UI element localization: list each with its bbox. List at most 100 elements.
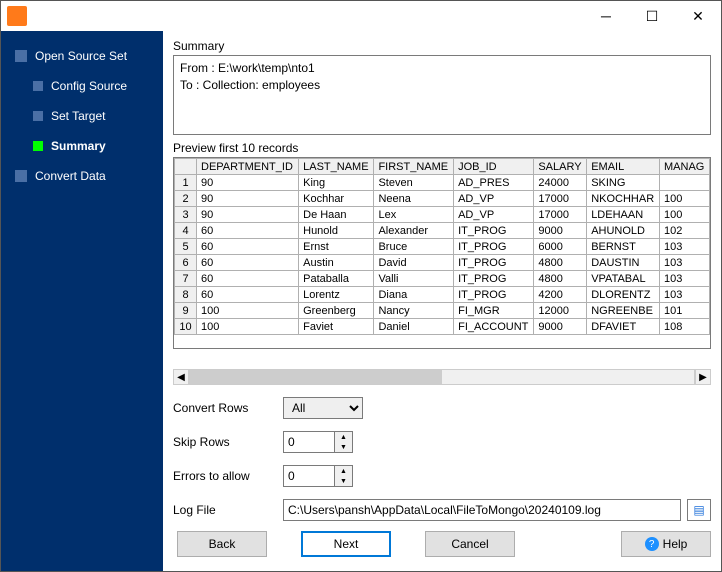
column-header[interactable]: LAST_NAME xyxy=(299,159,374,175)
errors-label: Errors to allow xyxy=(173,469,283,483)
horizontal-scrollbar[interactable]: ◀ ▶ xyxy=(173,369,711,385)
table-row[interactable]: 560ErnstBruceIT_PROG6000BERNST103 xyxy=(175,239,710,255)
wizard-nav: Open Source Set Config Source Set Target… xyxy=(1,31,163,571)
cell: Kochhar xyxy=(299,191,374,207)
cell: 9000 xyxy=(534,319,587,335)
cancel-button[interactable]: Cancel xyxy=(425,531,515,557)
preview-label: Preview first 10 records xyxy=(173,141,711,155)
table-row[interactable]: 190KingStevenAD_PRES24000SKING xyxy=(175,175,710,191)
chevron-up-icon[interactable]: ▲ xyxy=(335,432,352,442)
nav-open-source-set[interactable]: Open Source Set xyxy=(1,41,163,71)
nav-convert-data[interactable]: Convert Data xyxy=(1,161,163,191)
table-row[interactable]: 660AustinDavidIT_PROG4800DAUSTIN103 xyxy=(175,255,710,271)
log-file-input[interactable] xyxy=(283,499,681,521)
cell: Hunold xyxy=(299,223,374,239)
chevron-down-icon[interactable]: ▼ xyxy=(335,476,352,486)
preview-table: DEPARTMENT_IDLAST_NAMEFIRST_NAMEJOB_IDSA… xyxy=(173,157,711,349)
row-number: 3 xyxy=(175,207,197,223)
cell: 4200 xyxy=(534,287,587,303)
table-row[interactable]: 760PataballaValliIT_PROG4800VPATABAL103 xyxy=(175,271,710,287)
cell: FI_MGR xyxy=(454,303,534,319)
cell: DFAVIET xyxy=(587,319,660,335)
cell: 100 xyxy=(660,191,710,207)
help-icon: ? xyxy=(645,537,659,551)
column-header[interactable]: JOB_ID xyxy=(454,159,534,175)
column-header[interactable]: SALARY xyxy=(534,159,587,175)
nav-label: Convert Data xyxy=(35,169,106,183)
row-number: 8 xyxy=(175,287,197,303)
cell: 4800 xyxy=(534,271,587,287)
minimize-button[interactable]: ─ xyxy=(583,1,629,31)
convert-rows-select[interactable]: All xyxy=(283,397,363,419)
column-header[interactable]: EMAIL xyxy=(587,159,660,175)
cell: King xyxy=(299,175,374,191)
cell: Daniel xyxy=(374,319,454,335)
errors-spinner[interactable]: ▲▼ xyxy=(283,465,353,487)
cell: NGREENBE xyxy=(587,303,660,319)
cell: 90 xyxy=(197,207,299,223)
app-icon xyxy=(7,6,27,26)
table-row[interactable]: 10100FavietDanielFI_ACCOUNT9000DFAVIET10… xyxy=(175,319,710,335)
row-number: 4 xyxy=(175,223,197,239)
next-button[interactable]: Next xyxy=(301,531,391,557)
cell: SKING xyxy=(587,175,660,191)
cell: 103 xyxy=(660,287,710,303)
cell: IT_PROG xyxy=(454,239,534,255)
table-row[interactable]: 390De HaanLexAD_VP17000LDEHAAN100 xyxy=(175,207,710,223)
browse-log-button[interactable]: ▤ xyxy=(687,499,711,521)
cell: IT_PROG xyxy=(454,287,534,303)
cell: 101 xyxy=(660,303,710,319)
table-row[interactable]: 9100GreenbergNancyFI_MGR12000NGREENBE101 xyxy=(175,303,710,319)
skip-rows-input[interactable] xyxy=(284,432,334,452)
chevron-down-icon[interactable]: ▼ xyxy=(335,442,352,452)
row-number: 1 xyxy=(175,175,197,191)
cell: 103 xyxy=(660,239,710,255)
cell: 9000 xyxy=(534,223,587,239)
cell: 90 xyxy=(197,175,299,191)
column-header[interactable]: DEPARTMENT_ID xyxy=(197,159,299,175)
cell: David xyxy=(374,255,454,271)
nav-label: Summary xyxy=(51,139,106,153)
cell: AHUNOLD xyxy=(587,223,660,239)
column-header[interactable]: MANAG xyxy=(660,159,710,175)
column-header[interactable]: FIRST_NAME xyxy=(374,159,454,175)
cell: 100 xyxy=(660,207,710,223)
table-row[interactable]: 290KochharNeenaAD_VP17000NKOCHHAR100 xyxy=(175,191,710,207)
skip-rows-spinner[interactable]: ▲▼ xyxy=(283,431,353,453)
nav-config-source[interactable]: Config Source xyxy=(1,71,163,101)
row-number: 5 xyxy=(175,239,197,255)
cell: Greenberg xyxy=(299,303,374,319)
chevron-up-icon[interactable]: ▲ xyxy=(335,466,352,476)
row-number: 10 xyxy=(175,319,197,335)
scroll-thumb[interactable] xyxy=(190,370,442,384)
scroll-right-icon[interactable]: ▶ xyxy=(695,369,711,385)
table-row[interactable]: 460HunoldAlexanderIT_PROG9000AHUNOLD102 xyxy=(175,223,710,239)
cell: 60 xyxy=(197,239,299,255)
cell: 103 xyxy=(660,255,710,271)
cell: 4800 xyxy=(534,255,587,271)
cell: Steven xyxy=(374,175,454,191)
cell: IT_PROG xyxy=(454,271,534,287)
scroll-left-icon[interactable]: ◀ xyxy=(173,369,189,385)
cell: 100 xyxy=(197,303,299,319)
cell: NKOCHHAR xyxy=(587,191,660,207)
close-button[interactable]: ✕ xyxy=(675,1,721,31)
cell: IT_PROG xyxy=(454,223,534,239)
cell: Ernst xyxy=(299,239,374,255)
cell: Lorentz xyxy=(299,287,374,303)
cell: 90 xyxy=(197,191,299,207)
log-file-label: Log File xyxy=(173,503,283,517)
cell: 60 xyxy=(197,255,299,271)
table-row[interactable]: 860LorentzDianaIT_PROG4200DLORENTZ103 xyxy=(175,287,710,303)
nav-label: Open Source Set xyxy=(35,49,127,63)
help-button[interactable]: ?Help xyxy=(621,531,711,557)
back-button[interactable]: Back xyxy=(177,531,267,557)
nav-set-target[interactable]: Set Target xyxy=(1,101,163,131)
cell: 17000 xyxy=(534,207,587,223)
cell: FI_ACCOUNT xyxy=(454,319,534,335)
errors-input[interactable] xyxy=(284,466,334,486)
nav-summary[interactable]: Summary xyxy=(1,131,163,161)
maximize-button[interactable]: ☐ xyxy=(629,1,675,31)
cell: 60 xyxy=(197,287,299,303)
cell: BERNST xyxy=(587,239,660,255)
